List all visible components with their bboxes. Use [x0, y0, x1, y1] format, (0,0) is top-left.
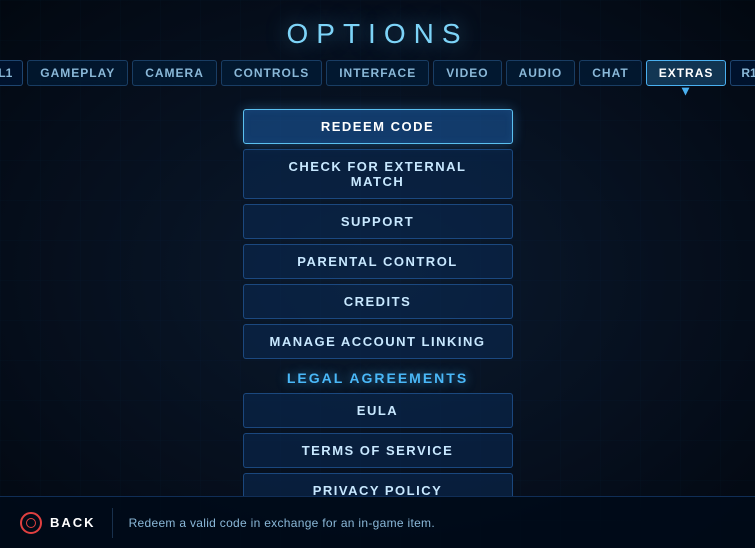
tab-gameplay[interactable]: GAMEPLAY [27, 60, 128, 86]
menu-item-eula[interactable]: EULA [243, 393, 513, 428]
tab-controls[interactable]: CONTROLS [221, 60, 322, 86]
circle-button-icon [20, 512, 42, 534]
menu-item-privacy-policy[interactable]: PRIVACY POLICY [243, 473, 513, 496]
menu-item-manage-account-linking[interactable]: MANAGE ACCOUNT LINKING [243, 324, 513, 359]
tab-camera[interactable]: CAMERA [132, 60, 217, 86]
menu-item-credits[interactable]: CREDITS [243, 284, 513, 319]
tab-interface[interactable]: INTERFACE [326, 60, 429, 86]
options-screen: OPTIONS L1 GAMEPLAY CAMERA CONTROLS INTE… [0, 0, 755, 548]
menu-list: REDEEM CODE CHECK FOR EXTERNAL MATCH SUP… [0, 109, 755, 496]
tab-r1[interactable]: R1 [730, 60, 755, 86]
tab-chat[interactable]: CHAT [579, 60, 641, 86]
footer: BACK Redeem a valid code in exchange for… [0, 496, 755, 548]
menu-item-support[interactable]: SUPPORT [243, 204, 513, 239]
tab-audio[interactable]: AUDIO [506, 60, 576, 86]
back-label: BACK [50, 515, 96, 530]
menu-item-redeem-code[interactable]: REDEEM CODE [243, 109, 513, 144]
page-title: OPTIONS [0, 0, 755, 60]
tab-bar: L1 GAMEPLAY CAMERA CONTROLS INTERFACE VI… [0, 60, 755, 94]
footer-divider [112, 508, 113, 538]
tab-l1[interactable]: L1 [0, 60, 23, 86]
menu-item-terms-of-service[interactable]: TERMS OF SERVICE [243, 433, 513, 468]
section-label-legal-agreements: LEGAL AGREEMENTS [243, 364, 513, 388]
tab-video[interactable]: VIDEO [433, 60, 501, 86]
menu-item-check-external-match[interactable]: CHECK FOR EXTERNAL MATCH [243, 149, 513, 199]
footer-hint: Redeem a valid code in exchange for an i… [129, 516, 435, 530]
main-content: REDEEM CODE CHECK FOR EXTERNAL MATCH SUP… [0, 94, 755, 496]
tab-extras[interactable]: EXTRAS [646, 60, 727, 86]
circle-inner [26, 518, 36, 528]
menu-item-parental-control[interactable]: PARENTAL CONTROL [243, 244, 513, 279]
back-button[interactable]: BACK [20, 512, 96, 534]
